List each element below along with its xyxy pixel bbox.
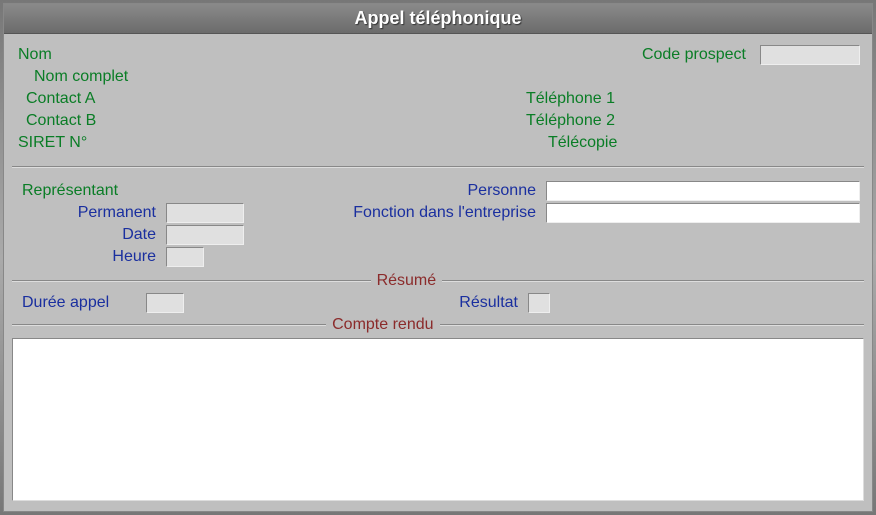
label-resultat: Résultat <box>428 294 528 312</box>
label-telephone2: Téléphone 2 <box>526 112 646 130</box>
label-siret: SIRET N° <box>16 134 276 152</box>
header-section: Nom Code prospect Nom complet Contact A … <box>12 40 864 158</box>
label-contact-b: Contact B <box>16 112 276 130</box>
label-telecopie: Télécopie <box>526 134 646 152</box>
label-telephone1: Téléphone 1 <box>526 90 646 108</box>
mid-section: Représentant Personne Permanent Fonction… <box>12 176 864 272</box>
label-date: Date <box>16 226 166 244</box>
label-fonction: Fonction dans l'entreprise <box>266 204 546 222</box>
personne-input[interactable] <box>546 181 860 201</box>
divider-resume: Résumé <box>12 272 864 290</box>
heure-input[interactable] <box>166 247 204 267</box>
window-title: Appel téléphonique <box>354 8 521 29</box>
divider-compte-rendu: Compte rendu <box>12 316 864 334</box>
label-code-prospect: Code prospect <box>620 46 760 64</box>
window: Appel téléphonique Nom Code prospect Nom… <box>3 3 873 512</box>
legend-compte-rendu: Compte rendu <box>326 316 439 334</box>
resume-section: Durée appel Résultat <box>12 290 864 316</box>
label-nom: Nom <box>16 46 76 64</box>
permanent-input[interactable] <box>166 203 244 223</box>
divider-1 <box>12 158 864 176</box>
legend-resume: Résumé <box>371 272 443 290</box>
label-permanent: Permanent <box>16 204 166 222</box>
form-body: Nom Code prospect Nom complet Contact A … <box>4 34 872 511</box>
label-representant: Représentant <box>16 182 166 200</box>
compte-rendu-textarea[interactable] <box>12 338 864 501</box>
resultat-input[interactable] <box>528 293 550 313</box>
code-prospect-input[interactable] <box>760 45 860 65</box>
label-personne: Personne <box>266 182 546 200</box>
label-contact-a: Contact A <box>16 90 276 108</box>
date-input[interactable] <box>166 225 244 245</box>
duree-appel-input[interactable] <box>146 293 184 313</box>
fonction-input[interactable] <box>546 203 860 223</box>
label-nom-complet: Nom complet <box>16 68 128 86</box>
label-duree-appel: Durée appel <box>16 294 146 312</box>
titlebar: Appel téléphonique <box>4 4 872 34</box>
label-heure: Heure <box>16 248 166 266</box>
